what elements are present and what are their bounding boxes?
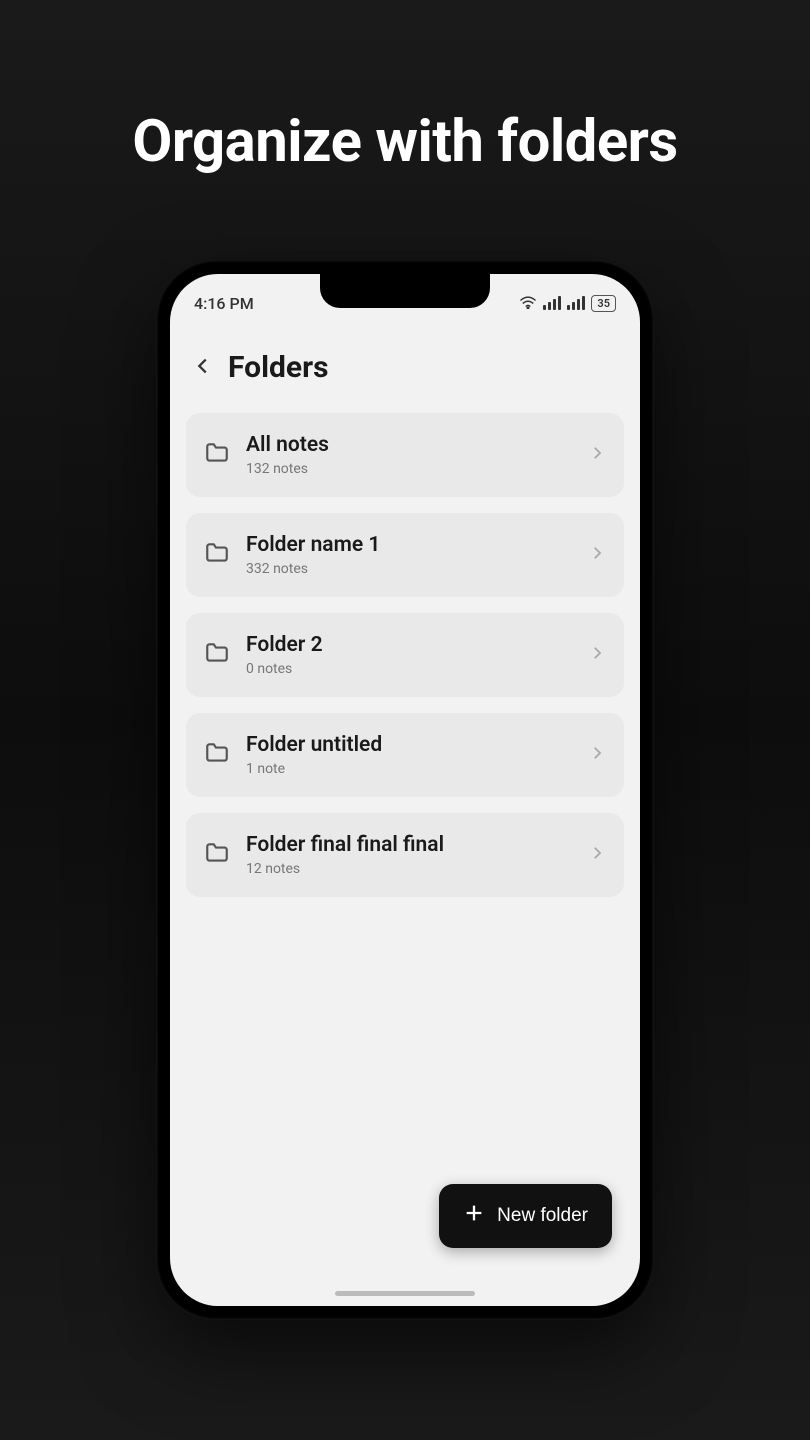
chevron-right-icon [588, 744, 606, 766]
chevron-right-icon [588, 444, 606, 466]
folder-name: Folder final final final [246, 833, 572, 857]
phone-frame: 4:16 PM 35 Folders [156, 260, 654, 1320]
folder-icon [204, 840, 230, 870]
folder-count: 1 note [246, 761, 572, 777]
signal-icon [543, 296, 561, 310]
page-title: Folders [228, 350, 329, 385]
folder-item[interactable]: Folder final final final 12 notes [186, 813, 624, 897]
promo-headline: Organize with folders [0, 0, 810, 176]
wifi-icon [519, 294, 537, 313]
battery-icon: 35 [591, 295, 616, 312]
new-folder-button[interactable]: New folder [439, 1184, 612, 1248]
folder-item[interactable]: Folder untitled 1 note [186, 713, 624, 797]
chevron-right-icon [588, 544, 606, 566]
folder-item[interactable]: Folder 2 0 notes [186, 613, 624, 697]
page-header: Folders [170, 318, 640, 413]
home-indicator[interactable] [335, 1291, 475, 1296]
folder-list: All notes 132 notes Folder name 1 332 no… [170, 413, 640, 897]
new-folder-label: New folder [497, 1205, 588, 1227]
folder-name: Folder untitled [246, 733, 572, 757]
plus-icon [463, 1202, 485, 1230]
folder-name: Folder 2 [246, 633, 572, 657]
phone-screen: 4:16 PM 35 Folders [170, 274, 640, 1306]
folder-icon [204, 640, 230, 670]
folder-name: Folder name 1 [246, 533, 572, 557]
folder-count: 12 notes [246, 861, 572, 877]
folder-icon [204, 440, 230, 470]
status-time: 4:16 PM [194, 294, 254, 313]
folder-count: 332 notes [246, 561, 572, 577]
chevron-right-icon [588, 844, 606, 866]
folder-item-all-notes[interactable]: All notes 132 notes [186, 413, 624, 497]
folder-item[interactable]: Folder name 1 332 notes [186, 513, 624, 597]
folder-count: 132 notes [246, 461, 572, 477]
folder-count: 0 notes [246, 661, 572, 677]
folder-icon [204, 540, 230, 570]
back-button[interactable] [192, 355, 214, 381]
phone-notch [320, 274, 490, 308]
phone-mockup: 4:16 PM 35 Folders [156, 260, 654, 1320]
chevron-right-icon [588, 644, 606, 666]
signal-icon-2 [567, 296, 585, 310]
folder-icon [204, 740, 230, 770]
folder-name: All notes [246, 433, 572, 457]
